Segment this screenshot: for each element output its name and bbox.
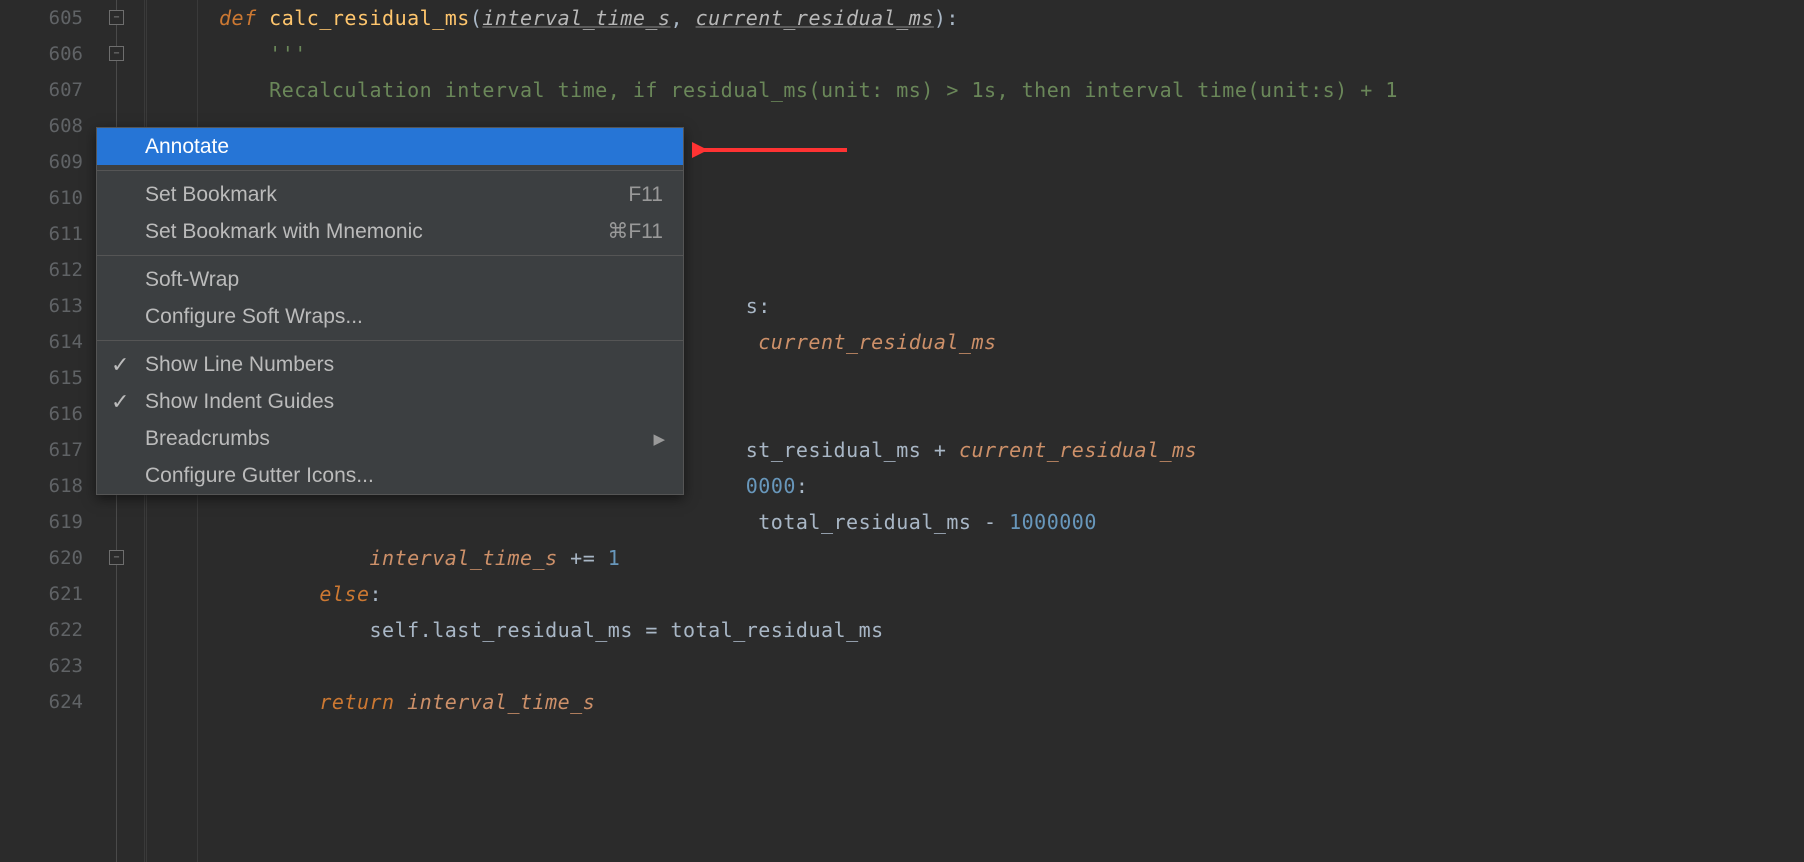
- menu-item-breadcrumbs[interactable]: Breadcrumbs ▶: [97, 420, 683, 457]
- menu-item-configure-gutter-icons[interactable]: Configure Gutter Icons...: [97, 457, 683, 494]
- code-line[interactable]: total_residual_ms - 1000000: [219, 504, 1804, 540]
- line-number-gutter[interactable]: 605 606 607 608 609 610 611 612 613 614 …: [0, 0, 105, 862]
- line-number[interactable]: 615: [0, 360, 83, 396]
- code-line[interactable]: [219, 648, 1804, 684]
- line-number[interactable]: 610: [0, 180, 83, 216]
- fold-toggle-icon[interactable]: −: [109, 46, 124, 61]
- code-line[interactable]: return interval_time_s: [219, 684, 1804, 720]
- chevron-right-icon: ▶: [653, 430, 665, 448]
- line-number[interactable]: 616: [0, 396, 83, 432]
- menu-item-show-indent-guides[interactable]: ✓ Show Indent Guides: [97, 383, 683, 420]
- menu-item-configure-soft-wraps[interactable]: Configure Soft Wraps...: [97, 298, 683, 335]
- line-number[interactable]: 620: [0, 540, 83, 576]
- line-number[interactable]: 605: [0, 0, 83, 36]
- line-number[interactable]: 612: [0, 252, 83, 288]
- line-number[interactable]: 614: [0, 324, 83, 360]
- menu-item-set-bookmark[interactable]: Set Bookmark F11: [97, 176, 683, 213]
- fold-toggle-icon[interactable]: −: [109, 550, 124, 565]
- line-number[interactable]: 607: [0, 72, 83, 108]
- check-icon: ✓: [111, 389, 129, 415]
- menu-item-show-line-numbers[interactable]: ✓ Show Line Numbers: [97, 346, 683, 383]
- line-number[interactable]: 624: [0, 684, 83, 720]
- code-line[interactable]: def calc_residual_ms(interval_time_s, cu…: [219, 0, 1804, 36]
- line-number[interactable]: 613: [0, 288, 83, 324]
- menu-item-soft-wrap[interactable]: Soft-Wrap: [97, 261, 683, 298]
- line-number[interactable]: 623: [0, 648, 83, 684]
- line-number[interactable]: 609: [0, 144, 83, 180]
- check-icon: ✓: [111, 352, 129, 378]
- code-line[interactable]: ''': [219, 36, 1804, 72]
- line-number[interactable]: 622: [0, 612, 83, 648]
- code-line[interactable]: interval_time_s += 1: [219, 540, 1804, 576]
- line-number[interactable]: 611: [0, 216, 83, 252]
- line-number[interactable]: 617: [0, 432, 83, 468]
- menu-separator: [97, 340, 683, 341]
- code-line[interactable]: self.last_residual_ms = total_residual_m…: [219, 612, 1804, 648]
- code-line[interactable]: else:: [219, 576, 1804, 612]
- line-number[interactable]: 621: [0, 576, 83, 612]
- fold-toggle-icon[interactable]: −: [109, 10, 124, 25]
- code-line[interactable]: Recalculation interval time, if residual…: [219, 72, 1804, 108]
- line-number[interactable]: 608: [0, 108, 83, 144]
- menu-item-set-bookmark-mnemonic[interactable]: Set Bookmark with Mnemonic ⌘F11: [97, 213, 683, 250]
- menu-item-annotate[interactable]: Annotate: [97, 128, 683, 165]
- menu-separator: [97, 255, 683, 256]
- gutter-context-menu: Annotate Set Bookmark F11 Set Bookmark w…: [96, 127, 684, 495]
- menu-separator: [97, 170, 683, 171]
- line-number[interactable]: 619: [0, 504, 83, 540]
- line-number[interactable]: 606: [0, 36, 83, 72]
- line-number[interactable]: 618: [0, 468, 83, 504]
